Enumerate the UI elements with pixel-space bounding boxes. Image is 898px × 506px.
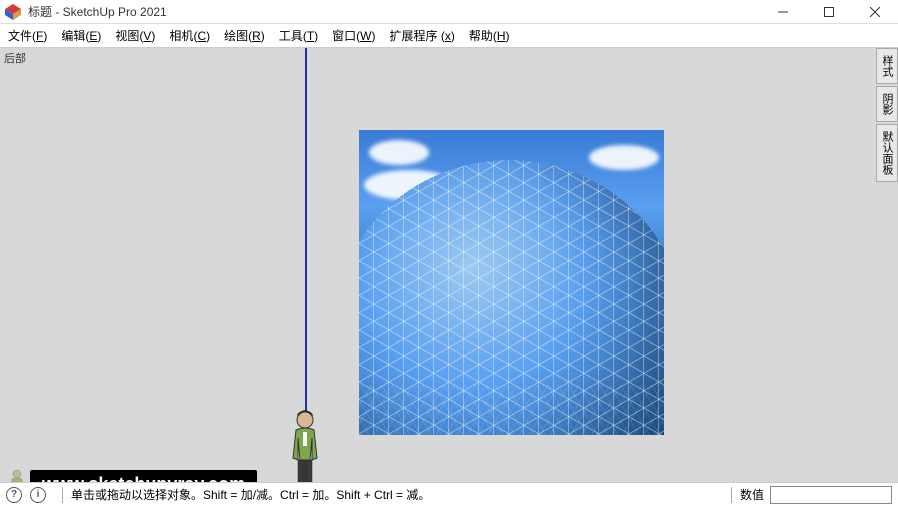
scale-figure[interactable]	[284, 408, 326, 482]
window-title: 标题 - SketchUp Pro 2021	[28, 3, 760, 20]
tab-styles[interactable]: 样式	[876, 48, 898, 84]
tab-default-panel[interactable]: 默认面板	[876, 124, 898, 182]
tab-shadows[interactable]: 阴影	[876, 86, 898, 122]
measurement-label: 数值	[740, 486, 764, 503]
watermark-url: www.sketchupvray.com	[30, 470, 257, 482]
close-button[interactable]	[852, 0, 898, 24]
info-icon[interactable]: i	[30, 487, 46, 503]
dome-base	[359, 385, 664, 435]
viewport-label: 后部	[4, 50, 26, 66]
help-icon[interactable]: ?	[6, 487, 22, 503]
watermark-person-icon	[6, 468, 28, 482]
window-controls	[760, 0, 898, 24]
menu-extensions[interactable]: 扩展程序 (x)	[390, 27, 455, 44]
cloud-icon	[369, 140, 429, 165]
maximize-button[interactable]	[806, 0, 852, 24]
menu-bar: 文件(F) 编辑(E) 视图(V) 相机(C) 绘图(R) 工具(T) 窗口(W…	[0, 24, 898, 48]
imported-image[interactable]	[359, 130, 664, 435]
menu-file[interactable]: 文件(F)	[8, 27, 47, 44]
separator	[731, 487, 732, 503]
separator	[62, 487, 63, 503]
status-bar: ? i 单击或拖动以选择对象。Shift = 加/减。Ctrl = 加。Shif…	[0, 482, 898, 506]
menu-window[interactable]: 窗口(W)	[332, 27, 375, 44]
title-bar: 标题 - SketchUp Pro 2021	[0, 0, 898, 24]
measurement-input[interactable]	[770, 486, 892, 504]
status-hint: 单击或拖动以选择对象。Shift = 加/减。Ctrl = 加。Shift + …	[71, 486, 430, 503]
minimize-button[interactable]	[760, 0, 806, 24]
menu-draw[interactable]: 绘图(R)	[224, 27, 265, 44]
side-tray-tabs: 样式 阴影 默认面板	[876, 48, 898, 184]
viewport[interactable]: 后部 www.sketchupvray.com	[0, 48, 898, 482]
menu-view[interactable]: 视图(V)	[115, 27, 155, 44]
menu-edit[interactable]: 编辑(E)	[61, 27, 101, 44]
menu-tools[interactable]: 工具(T)	[279, 27, 318, 44]
cloud-icon	[589, 145, 659, 170]
app-logo-icon	[4, 3, 22, 21]
menu-camera[interactable]: 相机(C)	[169, 27, 210, 44]
menu-help[interactable]: 帮助(H)	[469, 27, 510, 44]
